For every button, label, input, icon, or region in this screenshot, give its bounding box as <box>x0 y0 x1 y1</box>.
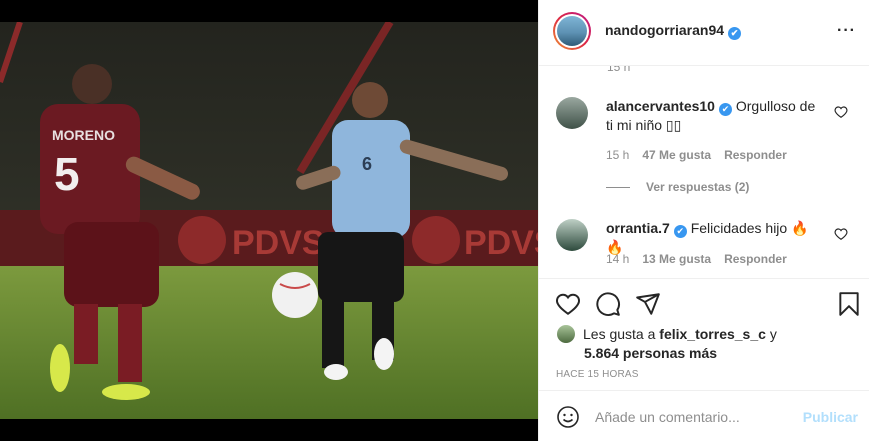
comment-like-heart-icon[interactable] <box>834 227 848 241</box>
more-options-icon[interactable]: ··· <box>837 22 856 40</box>
view-replies-label[interactable]: Ver respuestas (2) <box>646 180 749 194</box>
liker-avatar[interactable] <box>557 325 575 343</box>
heart-icon[interactable] <box>555 291 581 317</box>
comment-reply-button[interactable]: Responder <box>724 148 787 162</box>
player-right-number: 6 <box>362 154 372 174</box>
svg-text:PDVS: PDVS <box>464 224 538 262</box>
liker-username[interactable]: felix_torres_s_c <box>659 326 766 342</box>
comment-username[interactable]: orrantia.7 <box>606 220 670 236</box>
author-username-row[interactable]: nandogorriaran94 ✔ <box>605 22 742 40</box>
post-actions: Les gusta a felix_torres_s_c y 5.864 per… <box>539 278 869 388</box>
add-comment-bar: Publicar <box>539 390 869 441</box>
likes-conjunction: y <box>769 326 777 342</box>
comment-time[interactable]: 15 h <box>606 148 629 162</box>
comments-list[interactable]: 15 h alancervantes10 ✔ Orgulloso de ti mi… <box>539 66 869 278</box>
comment-meta: 15 h 47 Me gusta Responder <box>606 148 800 162</box>
publish-button[interactable]: Publicar <box>803 409 858 425</box>
player-left-name: MORENO <box>52 127 115 143</box>
comment-avatar[interactable] <box>556 97 588 129</box>
comment-icon[interactable] <box>595 291 621 317</box>
comment-likes[interactable]: 13 Me gusta <box>642 252 711 266</box>
post-media: PDVS PDVS MORENO 5 <box>0 0 538 441</box>
emoji-icon[interactable] <box>556 405 580 429</box>
comment-username[interactable]: alancervantes10 <box>606 98 715 114</box>
author-avatar[interactable] <box>553 12 591 50</box>
likes-summary: Les gusta a felix_torres_s_c y <box>557 325 777 343</box>
likes-count[interactable]: 5.864 personas más <box>584 345 717 361</box>
previous-comment-timestamp: 15 h <box>607 66 631 74</box>
replies-divider <box>606 187 630 189</box>
verified-badge-icon: ✔ <box>728 27 742 40</box>
ball <box>272 272 318 318</box>
comment-like-heart-icon[interactable] <box>834 105 848 119</box>
comment-likes[interactable]: 47 Me gusta <box>642 148 711 162</box>
post-side-panel: nandogorriaran94 ✔ ··· 15 h alancervantes… <box>538 0 869 441</box>
ad-board-text: PDVS <box>232 224 325 262</box>
comment-time[interactable]: 14 h <box>606 252 629 266</box>
player-left-number: 5 <box>54 148 80 200</box>
share-icon[interactable] <box>635 291 661 317</box>
author-username[interactable]: nandogorriaran94 <box>605 22 724 38</box>
comment-text-block: alancervantes10 ✔ Orgulloso de ti mi niño… <box>606 97 816 135</box>
comment-input[interactable] <box>595 404 795 430</box>
verified-badge-icon: ✔ <box>718 103 732 116</box>
verified-badge-icon: ✔ <box>673 225 687 238</box>
bookmark-icon[interactable] <box>836 291 862 317</box>
post-time-ago[interactable]: HACE 15 HORAS <box>556 369 639 380</box>
comment-reply-button[interactable]: Responder <box>724 252 787 266</box>
comment-avatar[interactable] <box>556 219 588 251</box>
view-replies-button[interactable]: Ver respuestas (2) <box>606 180 749 194</box>
post-photo[interactable]: PDVS PDVS MORENO 5 <box>0 22 538 419</box>
post-header: nandogorriaran94 ✔ ··· <box>539 0 869 66</box>
likes-prefix: Les gusta a <box>583 326 656 342</box>
comment-meta: 14 h 13 Me gusta Responder <box>606 252 800 266</box>
